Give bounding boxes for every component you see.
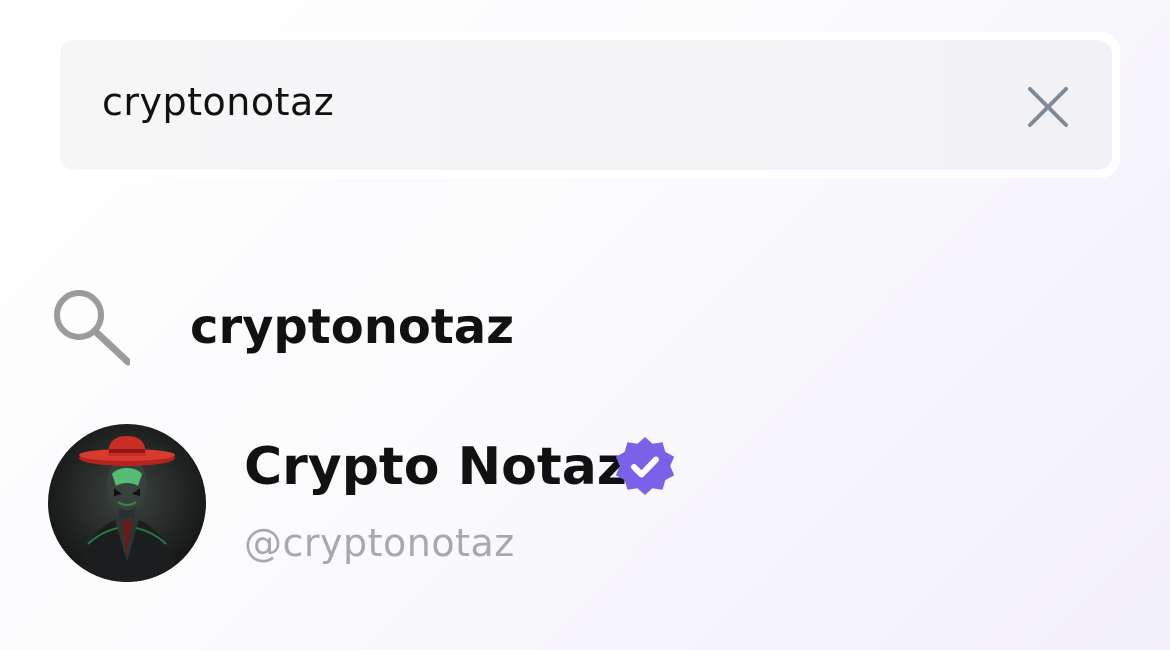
profile-name: Crypto Notaz [244,437,628,497]
search-suggestion-row[interactable]: cryptonotaz [40,280,660,380]
verified-badge-icon [615,437,675,495]
search-suggestion-text: cryptonotaz [190,299,515,355]
search-input[interactable]: cryptonotaz [102,79,334,125]
avatar [48,424,206,582]
profile-handle: @cryptonotaz [244,521,515,565]
clear-search-button[interactable] [1018,77,1078,137]
search-icon [54,290,130,366]
profile-result-row[interactable]: Crypto Notaz @cryptonotaz [44,420,764,586]
close-icon [1028,87,1068,127]
